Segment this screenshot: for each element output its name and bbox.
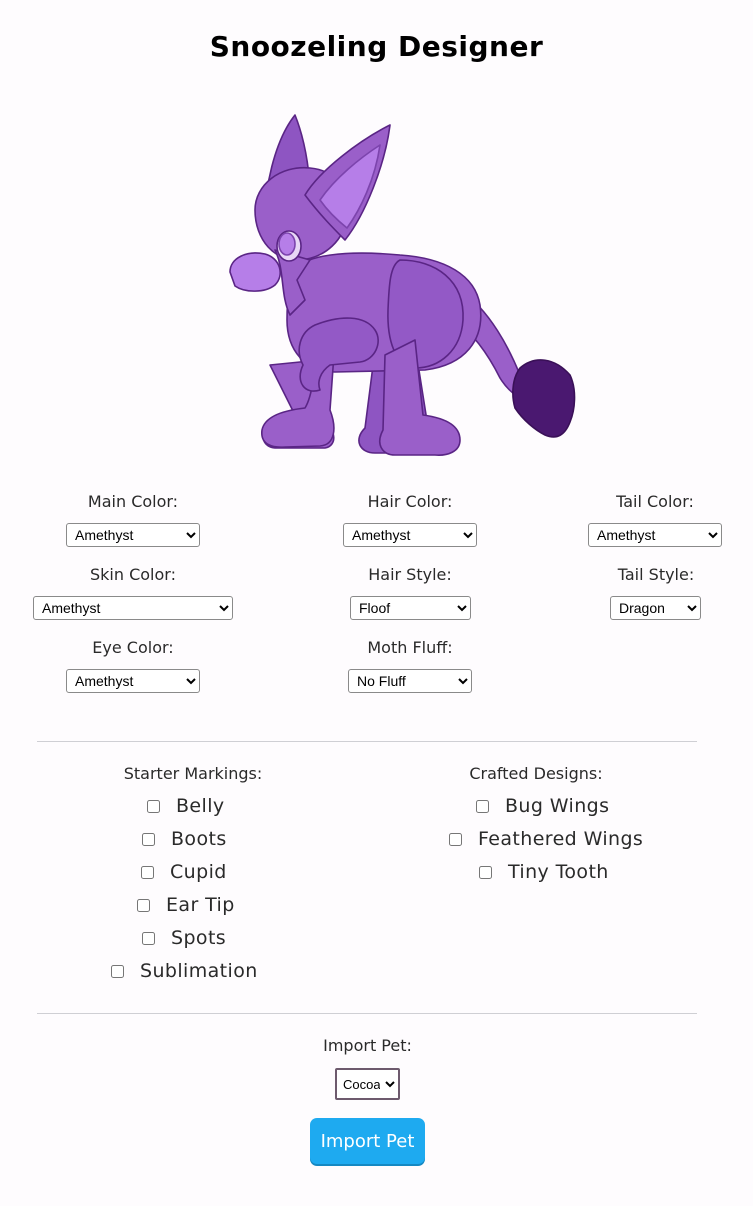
skin-color-select[interactable]: Amethyst bbox=[33, 596, 233, 620]
hair-style-select[interactable]: Floof bbox=[350, 596, 471, 620]
marking-belly[interactable]: Belly bbox=[147, 795, 225, 817]
design-tiny-tooth[interactable]: Tiny Tooth bbox=[479, 861, 609, 883]
hair-color-select[interactable]: Amethyst bbox=[343, 523, 477, 547]
hair-color-label: Hair Color: bbox=[367, 492, 453, 511]
marking-belly-label: Belly bbox=[176, 795, 225, 817]
marking-sublimation[interactable]: Sublimation bbox=[111, 960, 258, 982]
marking-sublimation-checkbox[interactable] bbox=[111, 964, 124, 978]
design-bug-wings-checkbox[interactable] bbox=[476, 799, 489, 813]
eye-color-label: Eye Color: bbox=[92, 638, 174, 657]
hair-color-field: Hair Color: Amethyst bbox=[337, 490, 483, 547]
marking-ear-tip-checkbox[interactable] bbox=[137, 898, 150, 912]
tail-color-select[interactable]: Amethyst bbox=[588, 523, 722, 547]
design-feathered-wings-checkbox[interactable] bbox=[449, 832, 462, 846]
main-color-field: Main Color: Amethyst bbox=[60, 490, 206, 547]
tail-color-field: Tail Color: Amethyst bbox=[582, 490, 728, 547]
marking-ear-tip[interactable]: Ear Tip bbox=[137, 894, 235, 916]
tail-style-select[interactable]: Dragon bbox=[610, 596, 701, 620]
crafted-designs-heading: Crafted Designs: bbox=[469, 764, 603, 783]
moth-fluff-field: Moth Fluff: No Fluff bbox=[340, 636, 480, 693]
eye-color-select[interactable]: Amethyst bbox=[66, 669, 200, 693]
design-bug-wings-label: Bug Wings bbox=[505, 795, 610, 817]
marking-spots[interactable]: Spots bbox=[142, 927, 226, 949]
design-bug-wings[interactable]: Bug Wings bbox=[476, 795, 609, 817]
marking-spots-checkbox[interactable] bbox=[142, 931, 155, 945]
marking-belly-checkbox[interactable] bbox=[147, 799, 160, 813]
import-pet-button[interactable]: Import Pet bbox=[310, 1118, 425, 1164]
hair-style-field: Hair Style: Floof bbox=[340, 563, 480, 620]
section-divider-bottom bbox=[37, 1013, 697, 1014]
design-feathered-wings[interactable]: Feathered Wings bbox=[449, 828, 643, 850]
design-feathered-wings-label: Feathered Wings bbox=[478, 828, 644, 850]
marking-boots[interactable]: Boots bbox=[142, 828, 227, 850]
eye-color-field: Eye Color: Amethyst bbox=[60, 636, 206, 693]
design-tiny-tooth-checkbox[interactable] bbox=[479, 865, 492, 879]
moth-fluff-label: Moth Fluff: bbox=[367, 638, 453, 657]
main-color-select[interactable]: Amethyst bbox=[66, 523, 200, 547]
tail-style-field: Tail Style: Dragon bbox=[600, 563, 712, 620]
design-tiny-tooth-label: Tiny Tooth bbox=[508, 861, 609, 883]
main-color-label: Main Color: bbox=[87, 492, 179, 511]
marking-ear-tip-label: Ear Tip bbox=[166, 894, 235, 916]
skin-color-field: Skin Color: Amethyst bbox=[32, 563, 234, 620]
tail-style-label: Tail Style: bbox=[617, 565, 695, 584]
marking-boots-label: Boots bbox=[171, 828, 227, 850]
marking-cupid-checkbox[interactable] bbox=[141, 865, 154, 879]
import-pet-label: Import Pet: bbox=[323, 1036, 412, 1055]
skin-color-label: Skin Color: bbox=[90, 565, 176, 584]
marking-cupid[interactable]: Cupid bbox=[141, 861, 227, 883]
moth-fluff-select[interactable]: No Fluff bbox=[348, 669, 472, 693]
starter-markings-heading: Starter Markings: bbox=[123, 764, 263, 783]
marking-cupid-label: Cupid bbox=[170, 861, 227, 883]
marking-sublimation-label: Sublimation bbox=[140, 960, 258, 982]
snoozeling-pet-illustration bbox=[229, 114, 576, 456]
section-divider-top bbox=[37, 741, 697, 742]
page-title: Snoozeling Designer bbox=[209, 30, 544, 63]
import-pet-select[interactable]: Cocoa bbox=[335, 1068, 400, 1100]
marking-spots-label: Spots bbox=[171, 927, 227, 949]
marking-boots-checkbox[interactable] bbox=[142, 832, 155, 846]
hair-style-label: Hair Style: bbox=[368, 565, 452, 584]
tail-color-label: Tail Color: bbox=[616, 492, 694, 511]
